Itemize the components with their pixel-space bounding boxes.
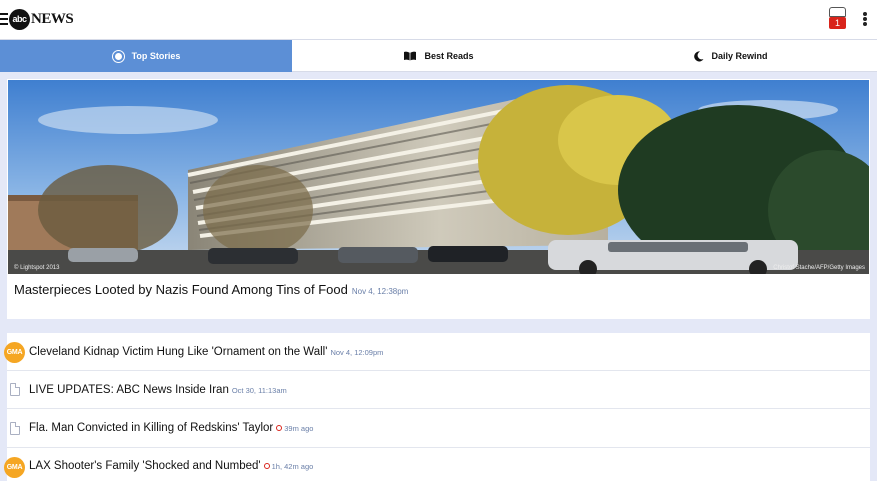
list-item[interactable]: LIVE UPDATES: ABC News Inside Iran Oct 30… bbox=[7, 371, 870, 409]
photo-credit-right: Christof Stache/AFP/Getty Images bbox=[773, 265, 865, 271]
story-headline: Cleveland Kidnap Victim Hung Like 'Ornam… bbox=[29, 346, 383, 358]
photo-credit-left: © Lightspot 2013 bbox=[14, 265, 60, 271]
gma-icon: GMA bbox=[4, 457, 25, 478]
hero-story-card[interactable]: © Lightspot 2013 Christof Stache/AFP/Get… bbox=[7, 79, 870, 319]
list-item[interactable]: GMA LAX Shooter's Family 'Shocked and Nu… bbox=[4, 448, 870, 481]
clock-icon bbox=[263, 463, 270, 469]
tab-label: Top Stories bbox=[131, 51, 181, 61]
story-timestamp: Oct 30, 11:13am bbox=[231, 386, 287, 395]
hero-photo: © Lightspot 2013 Christof Stache/AFP/Get… bbox=[8, 80, 869, 274]
story-title: LAX Shooter's Family 'Shocked and Numbed… bbox=[29, 460, 261, 472]
clock-icon bbox=[276, 425, 283, 431]
document-icon bbox=[4, 419, 24, 439]
hamburger-menu-icon[interactable] bbox=[0, 13, 8, 25]
story-timestamp: 1h, 42m ago bbox=[271, 462, 314, 471]
inbox-icon bbox=[829, 7, 846, 17]
section-tabs: Top Stories Best Reads Daily Rewind bbox=[0, 39, 877, 72]
circle-dot-icon bbox=[111, 49, 125, 63]
tab-label: Best Reads bbox=[424, 51, 474, 61]
moon-icon bbox=[694, 50, 704, 62]
tab-top-stories[interactable]: Top Stories bbox=[0, 40, 292, 72]
list-item[interactable]: Fla. Man Convicted in Killing of Redskin… bbox=[7, 410, 870, 448]
story-headline: LIVE UPDATES: ABC News Inside Iran Oct 30… bbox=[29, 384, 287, 396]
logo-text: NEWS bbox=[31, 10, 74, 27]
story-timestamp: Nov 4, 12:09pm bbox=[330, 348, 384, 357]
story-headline: LAX Shooter's Family 'Shocked and Numbed… bbox=[29, 460, 313, 472]
story-list: GMA Cleveland Kidnap Victim Hung Like 'O… bbox=[4, 333, 870, 481]
hero-title-text: Masterpieces Looted by Nazis Found Among… bbox=[14, 282, 348, 297]
notifications-button[interactable]: 1 bbox=[828, 7, 847, 31]
list-item[interactable]: GMA Cleveland Kidnap Victim Hung Like 'O… bbox=[4, 333, 870, 371]
story-title: Fla. Man Convicted in Killing of Redskin… bbox=[29, 422, 274, 434]
story-timestamp: 39m ago bbox=[284, 424, 314, 433]
story-headline: Fla. Man Convicted in Killing of Redskin… bbox=[29, 422, 313, 434]
book-icon bbox=[403, 51, 417, 61]
document-icon bbox=[4, 380, 24, 400]
notification-count-badge: 1 bbox=[829, 17, 846, 29]
tab-label: Daily Rewind bbox=[711, 51, 768, 61]
tab-best-reads[interactable]: Best Reads bbox=[292, 40, 585, 72]
tab-daily-rewind[interactable]: Daily Rewind bbox=[585, 40, 877, 72]
story-title: Cleveland Kidnap Victim Hung Like 'Ornam… bbox=[29, 346, 328, 358]
abc-news-logo[interactable]: abc NEWS bbox=[9, 8, 74, 30]
abc-logo-mark: abc bbox=[9, 8, 30, 30]
gma-icon: GMA bbox=[4, 342, 25, 363]
story-title: LIVE UPDATES: ABC News Inside Iran bbox=[29, 384, 229, 396]
hero-headline[interactable]: Masterpieces Looted by Nazis Found Among… bbox=[14, 282, 408, 297]
app-header: abc NEWS 1 bbox=[0, 0, 877, 39]
more-options-icon[interactable] bbox=[862, 12, 868, 28]
hero-timestamp: Nov 4, 12:38pm bbox=[351, 287, 409, 296]
